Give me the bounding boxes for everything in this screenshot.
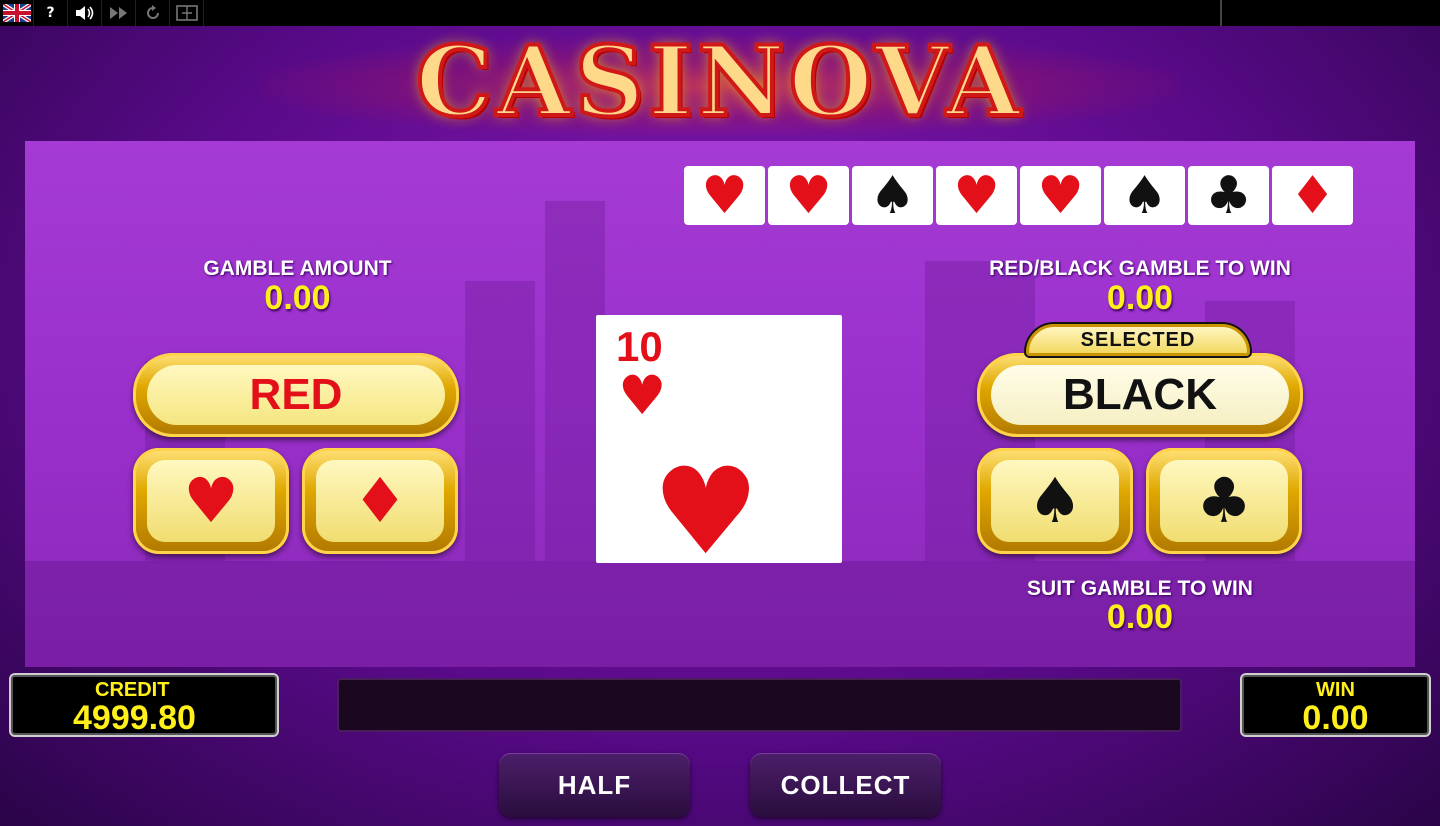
diamond-icon: ♦ [1289,165,1336,226]
diamond-icon: ♦ [316,460,444,542]
red-black-win-label: RED/BLACK GAMBLE TO WIN [989,257,1291,280]
card-center-heart-icon: ♥ [652,443,760,582]
hearts-button[interactable]: ♥ [133,448,289,554]
card-corner-heart-icon: ♥ [618,364,667,427]
fast-forward-icon [109,7,127,19]
black-button[interactable]: BLACK [977,353,1303,437]
history-card: ♠ [1104,166,1185,225]
fullscreen-icon [175,5,198,21]
selected-badge: SELECTED [1026,324,1250,356]
message-bar [337,678,1182,732]
gamble-amount-value: 0.00 [264,279,331,317]
red-button-label: RED [249,370,343,419]
spade-icon: ♠ [1121,165,1168,226]
top-toolbar: ? [0,0,1440,26]
red-button[interactable]: RED [133,353,459,437]
spades-button[interactable]: ♠ [977,448,1133,554]
credit-meter: CREDIT 4999.80 [9,673,279,737]
heart-icon: ♥ [1037,165,1084,226]
heart-icon: ♥ [147,460,275,542]
history-card: ♥ [768,166,849,225]
club-icon: ♣ [1160,460,1288,542]
help-icon: ? [46,5,55,21]
help-button[interactable]: ? [34,0,68,26]
half-button[interactable]: HALF [499,753,690,817]
replay-icon [146,5,159,19]
history-card: ♦ [1272,166,1353,225]
win-value: 0.00 [1302,699,1369,737]
replay-button[interactable] [136,0,170,26]
toolbar-divider [1220,0,1222,26]
win-meter: WIN 0.00 [1240,673,1431,737]
spade-icon: ♠ [991,460,1119,542]
language-button[interactable] [0,0,34,26]
fast-forward-button[interactable] [102,0,136,26]
spade-icon: ♠ [869,165,916,226]
logo-area: CASINOVA [0,26,1440,138]
uk-flag-icon [2,4,31,22]
suit-win-value: 0.00 [1106,598,1174,636]
heart-icon: ♥ [701,165,748,226]
game-logo: CASINOVA [414,25,1025,138]
heart-icon: ♥ [785,165,832,226]
speaker-icon [75,6,93,20]
diamonds-button[interactable]: ♦ [302,448,458,554]
credit-value: 4999.80 [73,699,196,737]
clubs-button[interactable]: ♣ [1146,448,1302,554]
sound-button[interactable] [68,0,102,26]
heart-icon: ♥ [953,165,1000,226]
collect-button[interactable]: COLLECT [750,753,941,817]
red-black-win-value: 0.00 [1106,279,1174,317]
history-card: ♥ [1020,166,1101,225]
gamble-amount-label: GAMBLE AMOUNT [203,257,392,280]
black-button-label: BLACK [1063,370,1217,419]
fullscreen-button[interactable] [170,0,204,26]
club-icon: ♣ [1205,165,1252,226]
history-card: ♠ [852,166,933,225]
history-card: ♣ [1188,166,1269,225]
current-card: 10 ♥ ♥ [596,315,842,573]
history-card: ♥ [936,166,1017,225]
history-card: ♥ [684,166,765,225]
card-history: ♥ ♥ ♠ ♥ ♥ ♠ ♣ ♦ [684,166,1353,225]
